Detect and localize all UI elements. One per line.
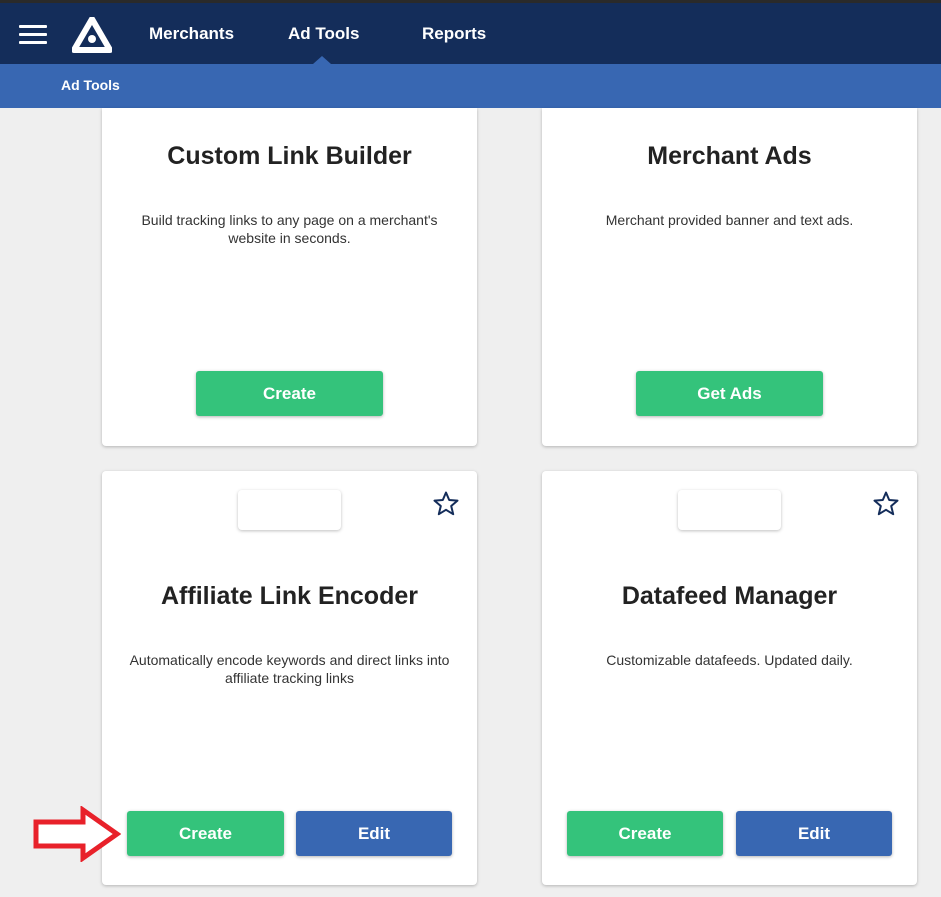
tool-image-placeholder: [678, 490, 781, 530]
get-ads-button[interactable]: Get Ads: [636, 371, 823, 416]
create-button[interactable]: Create: [567, 811, 723, 856]
card-title: Custom Link Builder: [167, 142, 412, 170]
card-title: Datafeed Manager: [621, 582, 838, 610]
card-description: Merchant provided banner and text ads.: [605, 212, 854, 228]
nav-reports[interactable]: Reports: [422, 23, 486, 45]
nav-merchants[interactable]: Merchants: [149, 23, 234, 45]
active-nav-indicator: [313, 56, 331, 64]
card-custom-link-builder: Custom Link Builder Build tracking links…: [102, 108, 477, 446]
nav-ad-tools[interactable]: Ad Tools: [288, 23, 359, 45]
tool-image-placeholder: [238, 490, 341, 530]
edit-button[interactable]: Edit: [736, 811, 892, 856]
hamburger-menu-icon[interactable]: [19, 25, 47, 45]
top-navbar: Merchants Ad Tools Reports: [0, 3, 941, 64]
card-description: Customizable datafeeds. Updated daily.: [606, 652, 853, 668]
sub-navbar: Ad Tools: [0, 64, 941, 108]
brand-logo[interactable]: [72, 17, 112, 53]
card-title: Affiliate Link Encoder: [161, 582, 418, 610]
create-button[interactable]: Create: [196, 371, 383, 416]
breadcrumb[interactable]: Ad Tools: [61, 77, 120, 93]
card-description: Build tracking links to any page on a me…: [141, 212, 438, 246]
card-datafeed-manager: Datafeed Manager Customizable datafeeds.…: [542, 471, 917, 885]
card-affiliate-link-encoder: Affiliate Link Encoder Automatically enc…: [102, 471, 477, 885]
create-button[interactable]: Create: [127, 811, 284, 856]
star-outline-icon[interactable]: [873, 491, 899, 516]
card-description: Automatically encode keywords and direct…: [129, 652, 450, 686]
card-title: Merchant Ads: [647, 142, 812, 170]
annotation-arrow-icon: [33, 806, 121, 862]
card-merchant-ads: Merchant Ads Merchant provided banner an…: [542, 108, 917, 446]
edit-button[interactable]: Edit: [296, 811, 452, 856]
star-outline-icon[interactable]: [433, 491, 459, 516]
